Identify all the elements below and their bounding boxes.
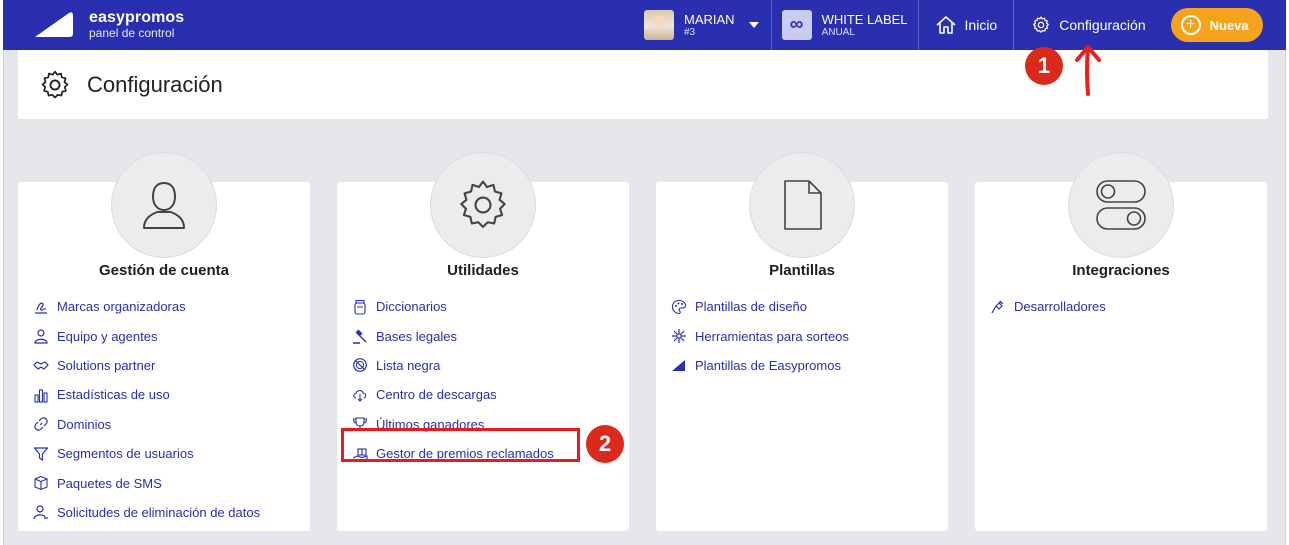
- gavel-icon: [351, 327, 369, 345]
- plan-indicator[interactable]: ∞ WHITE LABEL ANUAL: [770, 0, 918, 50]
- gear-icon: [430, 152, 536, 258]
- gear-icon: [41, 70, 69, 98]
- link-equipo-y-agentes[interactable]: Equipo y agentes: [32, 321, 260, 350]
- handshake-icon: [32, 356, 50, 374]
- card-title: Integraciones: [1072, 262, 1170, 279]
- nav-home-link[interactable]: Inicio: [917, 0, 1014, 50]
- link-herramientas-sorteos[interactable]: Herramientas para sorteos: [670, 321, 849, 350]
- plug-icon: [989, 298, 1007, 316]
- card-utilities: Utilidades Diccionarios Bases legales Li…: [337, 152, 629, 531]
- link-lista-negra[interactable]: Lista negra: [351, 351, 554, 380]
- link-label: Marcas organizadoras: [57, 299, 186, 315]
- card-title: Plantillas: [769, 262, 835, 279]
- link-label: Segmentos de usuarios: [57, 446, 194, 462]
- plus-circle-icon: +: [1180, 15, 1201, 35]
- palette-icon: [670, 298, 688, 316]
- link-plantillas-de-diseno[interactable]: Plantillas de diseño: [670, 292, 849, 321]
- card-account-management: Gestión de cuenta Marcas organizadoras E…: [18, 152, 310, 531]
- user-name: MARIAN: [684, 11, 735, 27]
- user-remove-icon: [32, 503, 50, 521]
- plan-name: WHITE LABEL: [821, 11, 908, 27]
- link-diccionarios[interactable]: Diccionarios: [351, 292, 554, 321]
- link-label: Equipo y agentes: [57, 328, 158, 344]
- annotation-badge-2: 2: [586, 425, 624, 463]
- logo-triangle-icon: [670, 356, 688, 374]
- link-estadisticas-de-uso[interactable]: Estadísticas de uso: [32, 380, 260, 409]
- link-plantillas-easypromos[interactable]: Plantillas de Easypromos: [670, 351, 849, 380]
- link-paquetes-de-sms[interactable]: Paquetes de SMS: [32, 468, 260, 497]
- user-outline-icon: [32, 327, 50, 345]
- toggle-icon: [1068, 152, 1174, 258]
- arrow-up-icon: [1075, 45, 1101, 96]
- page-title: Configuración: [87, 71, 223, 97]
- brand-subtitle: panel de control: [89, 26, 175, 40]
- box-icon: [32, 474, 50, 492]
- link-dominios[interactable]: Dominios: [32, 410, 260, 439]
- link-label: Plantillas de diseño: [695, 299, 808, 315]
- avatar: [644, 10, 674, 40]
- easypromos-logo-icon: [35, 12, 73, 37]
- bar-chart-icon: [32, 386, 50, 404]
- link-label: Lista negra: [376, 357, 441, 373]
- user-id: #3: [684, 26, 696, 38]
- card-title: Gestión de cuenta: [98, 262, 230, 279]
- brand-text: easypromos panel de control: [89, 9, 184, 41]
- link-label: Desarrolladores: [1014, 299, 1106, 315]
- plan-type: ANUAL: [821, 26, 855, 38]
- link-label: Plantillas de Easypromos: [695, 357, 841, 373]
- link-bases-legales[interactable]: Bases legales: [351, 321, 554, 350]
- link-segmentos-de-usuarios[interactable]: Segmentos de usuarios: [32, 439, 260, 468]
- link-marcas-organizadoras[interactable]: Marcas organizadoras: [32, 292, 260, 321]
- brand-name: easypromos: [89, 9, 185, 26]
- home-icon: [935, 16, 956, 34]
- link-label: Bases legales: [376, 328, 457, 344]
- link-label: Diccionarios: [376, 299, 447, 315]
- link-label: Centro de descargas: [376, 387, 497, 403]
- link-desarrolladores[interactable]: Desarrolladores: [989, 292, 1106, 321]
- user-menu[interactable]: MARIAN #3: [623, 0, 771, 50]
- link-solicitudes-eliminacion[interactable]: Solicitudes de eliminación de datos: [32, 498, 260, 527]
- infinity-icon: ∞: [781, 10, 812, 40]
- nav-settings-label: Configuración: [1059, 17, 1146, 33]
- link-label: Estadísticas de uso: [57, 387, 170, 403]
- integration-links: Desarrolladores: [989, 292, 1106, 321]
- brand[interactable]: easypromos panel de control: [3, 0, 623, 50]
- link-centro-de-descargas[interactable]: Centro de descargas: [351, 380, 554, 409]
- link-label: Herramientas para sorteos: [695, 328, 849, 344]
- nav-home-label: Inicio: [964, 17, 998, 33]
- link-solutions-partner[interactable]: Solutions partner: [32, 351, 260, 380]
- annotation-badge-1: 1: [1025, 47, 1063, 85]
- card-title: Utilidades: [447, 262, 519, 279]
- highlight-box: [341, 428, 580, 462]
- link-icon: [32, 415, 50, 433]
- user-icon: [111, 152, 217, 258]
- signature-icon: [32, 298, 50, 316]
- chevron-down-icon: [748, 22, 759, 28]
- card-templates: Plantillas Plantillas de diseño Herramie…: [656, 152, 948, 531]
- link-label: Dominios: [57, 416, 112, 432]
- new-button-label: Nueva: [1209, 17, 1249, 33]
- cloud-download-icon: [351, 386, 369, 404]
- filter-icon: [32, 445, 50, 463]
- sparkle-icon: [670, 327, 688, 345]
- document-icon: [749, 152, 855, 258]
- link-label: Solutions partner: [57, 357, 156, 373]
- card-integrations: Integraciones Desarrolladores: [975, 152, 1267, 531]
- template-links: Plantillas de diseño Herramientas para s…: [670, 292, 849, 380]
- ban-icon: [351, 356, 369, 374]
- link-label: Solicitudes de eliminación de datos: [57, 504, 261, 520]
- account-links: Marcas organizadoras Equipo y agentes So…: [32, 292, 260, 527]
- link-label: Paquetes de SMS: [57, 475, 162, 491]
- jar-icon: [351, 298, 369, 316]
- gear-icon: [1033, 16, 1050, 33]
- new-promotion-button[interactable]: + Nueva: [1170, 8, 1263, 42]
